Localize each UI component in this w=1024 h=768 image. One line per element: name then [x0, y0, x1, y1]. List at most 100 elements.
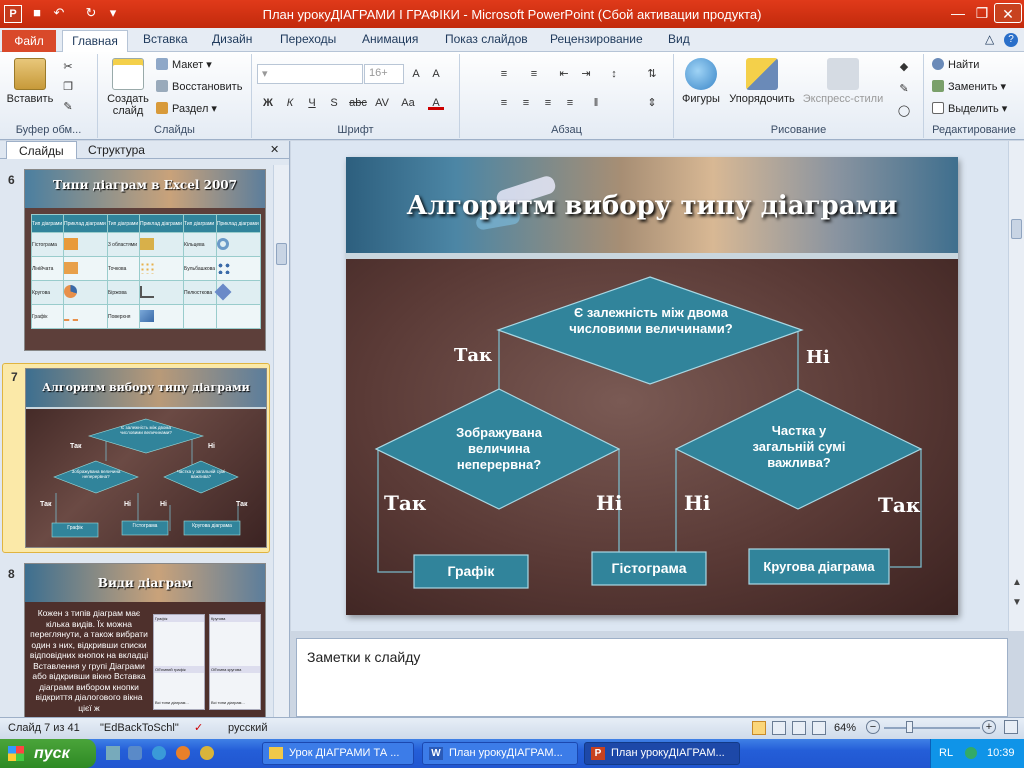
zoom-out-icon[interactable]: −: [866, 720, 880, 734]
arrange-button[interactable]: Упорядочить: [726, 58, 798, 105]
next-slide-icon[interactable]: ▼: [1012, 597, 1022, 608]
scrollbar-thumb[interactable]: [276, 243, 287, 265]
current-slide[interactable]: Алгоритм вибору типу діаграми Є залежніс…: [346, 157, 958, 615]
spellcheck-icon[interactable]: ✓: [194, 721, 203, 734]
thumbnails-scrollbar[interactable]: [273, 165, 289, 717]
layout-button[interactable]: Макет ▾: [156, 58, 212, 71]
slideshow-icon[interactable]: [812, 721, 826, 735]
find-button[interactable]: Найти: [932, 58, 979, 71]
area-chart-icon: [140, 237, 155, 250]
align-center-icon[interactable]: ≡: [518, 96, 534, 110]
numbering-icon[interactable]: ≡: [526, 67, 542, 81]
zoom-slider[interactable]: [884, 727, 980, 729]
font-name-combo[interactable]: ▾: [257, 64, 363, 84]
tab-transitions[interactable]: Переходы: [280, 32, 336, 46]
thumb-table-cell: Кругова: [31, 280, 64, 305]
shadow-button[interactable]: S: [326, 96, 342, 110]
normal-view-icon[interactable]: [752, 721, 766, 735]
quick-styles-button[interactable]: Экспресс-стили: [800, 58, 886, 105]
text-direction-icon[interactable]: ⇅: [644, 67, 660, 81]
help-icon[interactable]: △: [985, 32, 994, 46]
section-button[interactable]: Раздел ▾: [156, 102, 217, 115]
thumb-chart-menu-b: Кругова Об'ємна кругова Всі типи діаграм…: [209, 614, 261, 710]
taskbar-item-word[interactable]: W План урокуДІАГРАМ...: [422, 742, 578, 765]
copy-icon[interactable]: ❐: [60, 80, 76, 94]
zoom-level[interactable]: 64%: [834, 722, 856, 734]
replace-button[interactable]: Заменить ▾: [932, 80, 1006, 93]
close-pane-icon[interactable]: ✕: [270, 143, 279, 156]
firefox-icon[interactable]: [176, 746, 190, 760]
bold-button[interactable]: Ж: [260, 96, 276, 110]
tab-outline[interactable]: Структура: [88, 143, 145, 157]
strikethrough-button[interactable]: abc: [348, 96, 368, 110]
tray-icon[interactable]: [965, 747, 977, 759]
input-language[interactable]: RL: [939, 747, 953, 759]
increase-indent-icon[interactable]: ⇥: [578, 67, 594, 81]
columns-icon[interactable]: ‖: [588, 96, 604, 110]
decrease-indent-icon[interactable]: ⇤: [556, 67, 572, 81]
tab-design[interactable]: Дизайн: [212, 32, 252, 46]
fit-to-window-icon[interactable]: [1004, 720, 1018, 734]
font-color-button[interactable]: A: [428, 96, 444, 110]
change-case-button[interactable]: Aa: [398, 96, 418, 110]
zoom-slider-handle[interactable]: [906, 721, 913, 733]
italic-button[interactable]: К: [282, 96, 298, 110]
result-3-text: Кругова діаграма: [763, 559, 875, 574]
taskbar-item-powerpoint[interactable]: P План урокуДІАГРАМ...: [584, 742, 740, 765]
tab-file[interactable]: Файл: [2, 30, 56, 52]
tab-home[interactable]: Главная: [62, 30, 128, 53]
zoom-in-icon[interactable]: +: [982, 720, 996, 734]
shrink-font-icon[interactable]: A: [428, 67, 444, 81]
new-slide-button[interactable]: Создать слайд: [102, 58, 154, 117]
shape-effects-icon[interactable]: ◯: [896, 104, 912, 118]
help-question-icon[interactable]: ?: [1004, 33, 1018, 47]
maximize-button[interactable]: ❐: [968, 3, 996, 23]
format-painter-icon[interactable]: ✎: [60, 100, 76, 114]
task-label: План урокуДІАГРАМ...: [611, 747, 725, 759]
select-button[interactable]: Выделить ▾: [932, 102, 1007, 115]
previous-slide-icon[interactable]: ▲: [1012, 577, 1022, 588]
ie-icon[interactable]: [152, 746, 166, 760]
bullets-icon[interactable]: ≡: [496, 67, 512, 81]
tab-slides[interactable]: Слайды: [6, 141, 77, 159]
group-clipboard: Вставить ✂ ❐ ✎ Буфер обм...: [0, 54, 98, 138]
shapes-button[interactable]: Фигуры: [678, 58, 724, 105]
slide-thumbnail-8[interactable]: 8 Види діаграм Кожен з типів діаграм має…: [0, 561, 272, 717]
font-size-combo[interactable]: 16+: [364, 64, 404, 84]
notes-placeholder[interactable]: Заметки к слайду: [307, 649, 420, 665]
notes-pane[interactable]: Заметки к слайду: [296, 638, 1008, 717]
slide-thumbnail-7[interactable]: 7 Алгоритм вибору типу діаграми Є залежн…: [2, 363, 270, 553]
align-right-icon[interactable]: ≡: [540, 96, 556, 110]
shape-fill-icon[interactable]: ◆: [896, 60, 912, 74]
app-icon[interactable]: [200, 746, 214, 760]
scrollbar-thumb[interactable]: [1011, 219, 1022, 239]
underline-button[interactable]: Ч: [304, 96, 320, 110]
align-text-icon[interactable]: ⇕: [644, 96, 660, 110]
tab-animations[interactable]: Анимация: [362, 32, 418, 46]
start-button[interactable]: пуск: [0, 739, 96, 768]
status-bar: Слайд 7 из 41 "EdBackToSchl" ✓ русский 6…: [0, 717, 1024, 739]
slide-sorter-icon[interactable]: [772, 721, 786, 735]
paste-button[interactable]: Вставить: [4, 58, 56, 105]
align-left-icon[interactable]: ≡: [496, 96, 512, 110]
slide-number: 7: [11, 370, 18, 384]
language-label[interactable]: русский: [228, 722, 267, 734]
slide-scrollbar[interactable]: ▲ ▼: [1008, 141, 1024, 631]
slide-thumbnail-6[interactable]: 6 Типи діаграм в Excel 2007 Тип діаграми…: [0, 165, 272, 353]
reading-view-icon[interactable]: [792, 721, 806, 735]
tab-slideshow[interactable]: Показ слайдов: [445, 32, 528, 46]
show-desktop-icon[interactable]: [106, 746, 120, 760]
justify-icon[interactable]: ≡: [562, 96, 578, 110]
grow-font-icon[interactable]: A: [408, 67, 424, 81]
tab-view[interactable]: Вид: [668, 32, 690, 46]
shape-outline-icon[interactable]: ✎: [896, 82, 912, 96]
char-spacing-button[interactable]: AV: [372, 96, 392, 110]
cut-icon[interactable]: ✂: [60, 60, 76, 74]
reset-button[interactable]: Восстановить: [156, 80, 242, 93]
taskbar-item-folder[interactable]: Урок ДІАГРАМИ ТА ...: [262, 742, 414, 765]
tab-review[interactable]: Рецензирование: [550, 32, 643, 46]
quicklaunch-icon[interactable]: [128, 746, 142, 760]
close-button[interactable]: ✕: [994, 3, 1022, 23]
line-spacing-icon[interactable]: ↕: [606, 67, 622, 81]
tab-insert[interactable]: Вставка: [143, 32, 188, 46]
